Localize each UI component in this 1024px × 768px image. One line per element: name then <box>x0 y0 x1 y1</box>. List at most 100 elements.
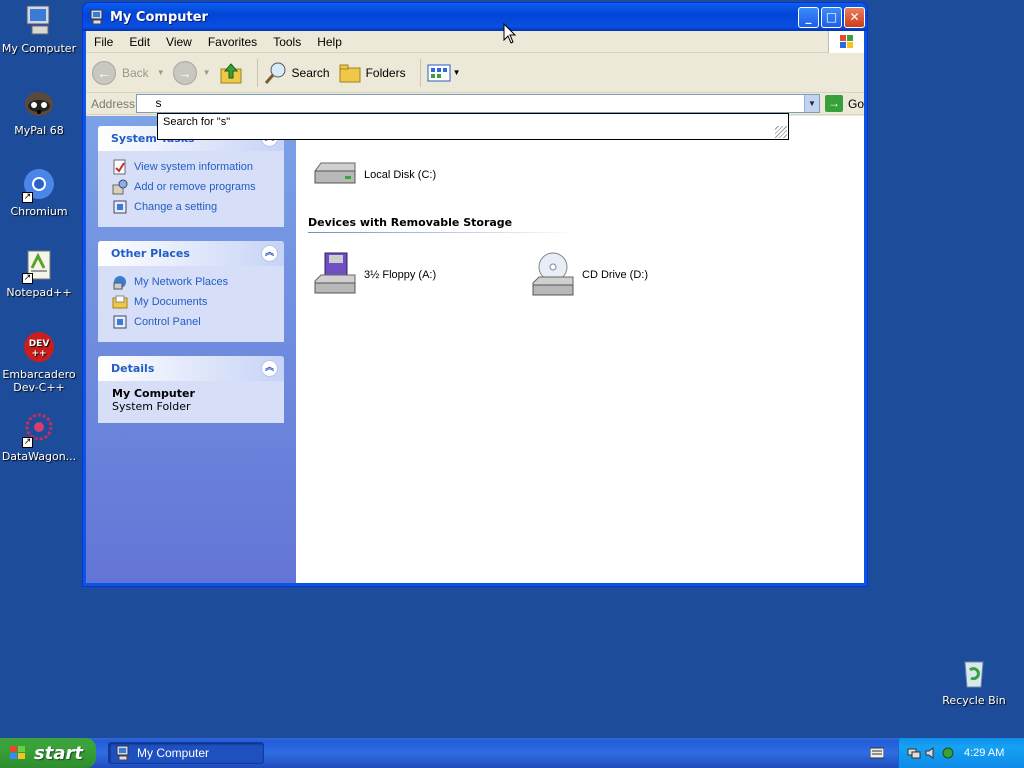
safely-remove-hardware-icon[interactable] <box>941 746 955 760</box>
desktop-icon-recycle-bin[interactable]: Recycle Bin <box>935 656 1013 707</box>
taskbar: start My Computer 4:29 AM <box>0 738 1024 768</box>
shortcut-arrow-icon: ↗ <box>22 437 33 448</box>
desktop-icon-label: Chromium <box>10 205 68 218</box>
drive-floppy[interactable]: 3½ Floppy (A:) <box>311 251 436 299</box>
menu-view[interactable]: View <box>158 31 200 53</box>
desktop-icon-devcpp[interactable]: DEV ++ Embarcadero Dev-C++ <box>0 330 78 394</box>
network-icon[interactable] <box>907 746 921 760</box>
folders-button[interactable]: Folders <box>338 61 406 85</box>
toolbar-separator <box>419 58 421 87</box>
drive-cd[interactable]: CD Drive (D:) <box>529 251 648 299</box>
maximize-button[interactable]: □ <box>821 7 842 28</box>
task-view-system-info[interactable]: View system information <box>112 157 272 177</box>
address-bar: Address s ▼ → Go <box>86 93 864 115</box>
my-computer-icon <box>90 9 103 25</box>
network-places-icon <box>113 276 126 290</box>
clock[interactable]: 4:29 AM <box>964 747 1004 759</box>
explorer-window[interactable]: My Computer _ □ ✕ File Edit View Favorit… <box>82 2 868 587</box>
desktop-icon-datawagon[interactable]: ↗ DataWagon... <box>0 412 78 463</box>
file-view[interactable]: Local Disk (C:) Devices with Removable S… <box>296 116 864 583</box>
task-label: Change a setting <box>134 201 218 213</box>
floppy-drive-icon <box>314 252 356 294</box>
chevron-down-icon: ▼ <box>202 68 211 77</box>
task-add-remove-programs[interactable]: Add or remove programs <box>112 177 272 197</box>
volume-icon[interactable] <box>924 746 938 760</box>
drive-local-disk[interactable]: Local Disk (C:) <box>311 151 436 199</box>
control-panel-icon <box>113 200 127 214</box>
hard-disk-icon <box>314 162 356 184</box>
menu-help[interactable]: Help <box>309 31 350 53</box>
menu-edit[interactable]: Edit <box>121 31 158 53</box>
go-button[interactable]: → Go <box>824 95 864 112</box>
back-label: Back <box>122 65 149 80</box>
desktop-icon-label: Recycle Bin <box>942 694 1006 707</box>
desktop-icon-label: MyPal 68 <box>14 124 64 137</box>
collapse-icon[interactable]: ︽ <box>261 245 278 262</box>
desktop-icon-label: Notepad++ <box>6 286 72 299</box>
keyboard-icon[interactable] <box>870 747 884 759</box>
collapse-icon[interactable]: ︽ <box>261 360 278 377</box>
desktop-icon-label: Embarcadero Dev-C++ <box>2 368 76 394</box>
desktop-icon-notepadpp[interactable]: ↗ Notepad++ <box>0 248 78 299</box>
raccoon-icon <box>22 86 56 120</box>
datawagon-icon: ↗ <box>22 412 56 448</box>
address-autocomplete[interactable]: Search for "s" <box>157 113 789 140</box>
desktop-icon-chromium[interactable]: ↗ Chromium <box>0 167 78 218</box>
place-my-network-places[interactable]: My Network Places <box>112 272 272 292</box>
close-button[interactable]: ✕ <box>844 7 865 28</box>
up-button[interactable] <box>219 61 243 85</box>
search-label: Search <box>291 65 330 80</box>
menu-bar: File Edit View Favorites Tools Help <box>86 31 864 53</box>
menu-tools[interactable]: Tools <box>265 31 309 53</box>
toolbar-separator <box>256 58 258 87</box>
folders-label: Folders <box>365 65 406 80</box>
desktop-icon-label: My Computer <box>1 42 77 55</box>
autocomplete-item[interactable]: Search for "s" <box>163 116 230 128</box>
taskbar-button-my-computer[interactable]: My Computer <box>108 742 264 764</box>
start-button[interactable]: start <box>0 738 96 768</box>
task-change-setting[interactable]: Change a setting <box>112 197 272 217</box>
minimize-button[interactable]: _ <box>798 7 819 28</box>
details-name: My Computer <box>112 387 195 400</box>
windows-logo-icon <box>828 31 864 53</box>
desktop-icon-my-computer[interactable]: My Computer <box>0 4 78 55</box>
drive-label: 3½ Floppy (A:) <box>364 269 437 281</box>
system-info-icon <box>113 159 126 175</box>
taskbar-button-label: My Computer <box>137 746 210 760</box>
details-header[interactable]: Details ︽ <box>98 356 284 381</box>
place-control-panel[interactable]: Control Panel <box>112 312 272 332</box>
window-title: My Computer <box>110 9 208 25</box>
chromium-icon: ↗ <box>22 167 56 203</box>
desktop-icon-label: DataWagon... <box>1 450 77 463</box>
address-input[interactable]: s ▼ <box>136 94 820 113</box>
add-remove-programs-icon <box>112 179 128 195</box>
forward-button[interactable]: → ▼ <box>172 60 211 85</box>
menu-file[interactable]: File <box>86 31 121 53</box>
group-header-removable: Devices with Removable Storage <box>308 216 576 233</box>
my-documents-icon <box>112 295 128 309</box>
devcpp-icon: DEV ++ <box>22 330 56 364</box>
other-places-header[interactable]: Other Places ︽ <box>98 241 284 266</box>
search-icon <box>264 62 286 84</box>
title-bar[interactable]: My Computer _ □ ✕ <box>83 3 867 31</box>
back-button[interactable]: ← Back ▼ <box>92 60 165 85</box>
task-label: Control Panel <box>134 316 201 328</box>
views-button[interactable]: ▼ <box>427 63 461 83</box>
desktop-icon-mypal[interactable]: MyPal 68 <box>0 86 78 137</box>
shortcut-arrow-icon: ↗ <box>22 192 33 203</box>
address-dropdown-button[interactable]: ▼ <box>803 95 819 112</box>
folder-up-icon <box>220 62 242 83</box>
go-arrow-icon: → <box>824 95 843 112</box>
svg-text:++: ++ <box>31 349 46 359</box>
search-button[interactable]: Search <box>264 61 330 85</box>
chevron-down-icon: ▼ <box>156 68 165 77</box>
panel-title: Details <box>111 362 155 375</box>
system-tasks-panel: System Tasks ︽ View system information A… <box>98 126 284 227</box>
views-icon <box>427 64 451 81</box>
menu-favorites[interactable]: Favorites <box>200 31 265 53</box>
address-value: s <box>155 96 162 110</box>
resize-grip-icon[interactable] <box>775 126 787 138</box>
place-my-documents[interactable]: My Documents <box>112 292 272 312</box>
go-label: Go <box>847 96 864 111</box>
toolbar: ← Back ▼ → ▼ Search Folders ▼ <box>86 53 864 93</box>
